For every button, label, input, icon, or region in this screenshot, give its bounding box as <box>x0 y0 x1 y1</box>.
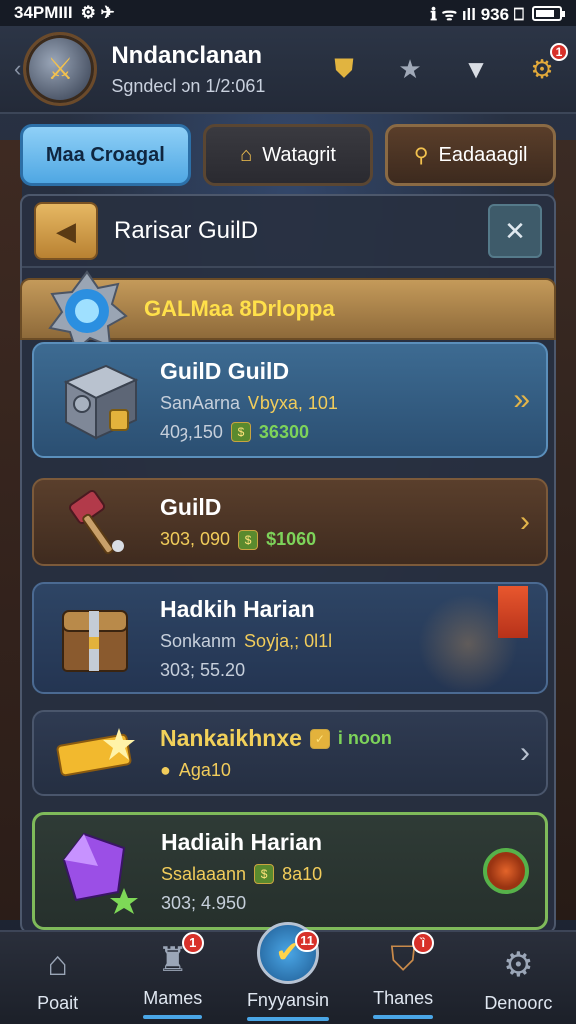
checkbox-icon: ✓ <box>309 728 330 749</box>
chest-icon: ⌂ <box>240 143 253 166</box>
nav-settings[interactable]: ⚙ Denooɾc <box>463 943 573 1014</box>
item-stat: Aga10 <box>178 760 231 780</box>
claim-badge-icon[interactable] <box>483 848 529 894</box>
gem-currency-icon: $ <box>254 864 275 884</box>
chevron-right-icon[interactable]: › <box>520 736 530 770</box>
back-chevron-icon[interactable]: ‹ <box>14 56 21 82</box>
shield-icon[interactable]: ⛊ <box>324 49 364 89</box>
guild-subtitle: Sgndecl ɔn 1/2:061 <box>111 75 266 96</box>
item-name: GuilD <box>160 494 222 520</box>
guild-name: Nndanclanan <box>111 41 263 69</box>
bottom-navigation: ⌂ Poait ♜ 1 Mames ✔ 11 Fnyyansin ⛉ ȉ Tha… <box>0 921 576 1024</box>
list-item-gem-reward[interactable]: Hadiaih Harian Ssalaaann $ 8a10 303; 4.9… <box>32 812 548 930</box>
treasure-chest-icon <box>50 590 146 686</box>
panel-title: Rarisar GuilD <box>114 217 259 244</box>
section-banner: GALMaa 8Drloppa <box>20 270 556 352</box>
chevron-right-icon[interactable]: › <box>520 505 530 539</box>
map-icon[interactable]: ▼ <box>456 49 496 89</box>
item-subtitle-extra: Soyja,; 0l1l <box>244 630 333 651</box>
item-stat: 303; 55.20 <box>160 659 246 680</box>
item-price: i noon <box>337 728 392 748</box>
nav-label: Poait <box>37 992 79 1013</box>
item-price: 8a10 <box>282 863 323 884</box>
status-bar: 34PMΙΙΙ ⚙ ✈ ℹ ᯤ ıll 936 ⎕ <box>0 0 576 26</box>
item-price: 36300 <box>258 421 309 442</box>
guild-header: ‹ ⚔ Nndanclanan Sgndecl ɔn 1/2:061 ⛊ ★ ▼… <box>0 26 576 114</box>
gold-ticket-icon <box>50 705 146 801</box>
list-item-daily-reward[interactable]: Hadkih Harian Sonkanm Soyja,; 0l1l 303; … <box>32 582 548 694</box>
item-subtitle-extra: Ꮩbyxa, 101 <box>248 392 338 413</box>
gem-currency-icon: $ <box>230 422 251 442</box>
item-price: $1060 <box>266 529 317 549</box>
nav-badge: 11 <box>295 929 319 952</box>
nav-games[interactable]: ♜ 1 Mames <box>118 931 228 1019</box>
nav-label: Mames <box>143 988 202 1019</box>
tab-main[interactable]: Maa Croagal <box>20 124 191 186</box>
nav-center[interactable]: ✔ 11 Fnyyansin <box>233 921 343 1021</box>
tab-bar: Maa Croagal ⌂ Watagrit ⚲ Eadaaagil <box>20 124 557 186</box>
panel-back-button[interactable]: ◀ <box>34 202 98 260</box>
list-item-guild-1[interactable]: GuilD GuilD SanAarna Ꮩbyxa, 101 40ȝ,150 … <box>32 342 548 458</box>
tab-search[interactable]: ⚲ Eadaaagil <box>385 124 557 186</box>
tab-search-label: Eadaaagil <box>438 143 528 166</box>
hammer-icon <box>50 474 146 570</box>
ribbon-icon <box>498 586 528 638</box>
double-chevron-icon[interactable]: » <box>513 383 530 417</box>
item-stat: 303; 4.950 <box>161 892 247 913</box>
star-icon[interactable]: ★ <box>390 49 430 89</box>
nav-label: Thanes <box>373 988 433 1019</box>
settings-badge: 1 <box>550 43 568 61</box>
nav-label: Denooɾc <box>484 992 553 1013</box>
item-subtitle: Ssalaaann <box>161 863 247 884</box>
guild-emblem-icon[interactable]: ⚔ <box>23 32 98 106</box>
coin-icon: ● <box>160 760 171 780</box>
nav-home[interactable]: ⌂ Poait <box>3 943 113 1014</box>
tab-war[interactable]: ⌂ Watagrit <box>202 124 374 186</box>
settings-gear-icon[interactable]: ⚙ 1 <box>522 43 568 89</box>
tab-main-label: Maa Croagal <box>45 143 165 166</box>
item-stat: 303, 090 <box>160 529 231 549</box>
iron-chest-icon <box>50 352 146 448</box>
item-subtitle: Sonkanm <box>160 630 237 651</box>
close-button[interactable]: ✕ <box>488 204 542 258</box>
item-name: GuilD GuilD <box>160 357 290 384</box>
gear-icon: ⚙ <box>503 945 534 984</box>
item-name: Hadiaih Harian <box>161 828 323 855</box>
tab-war-label: Watagrit <box>262 143 336 166</box>
item-stat: 40ȝ,150 <box>160 421 223 442</box>
battery-icon <box>532 5 565 21</box>
house-icon: ⌂ <box>47 945 68 983</box>
list-item-guild-2[interactable]: GuilD 303, 090 $ $1060 › <box>32 478 548 566</box>
nav-themes[interactable]: ⛉ ȉ Thanes <box>348 931 458 1019</box>
status-time: 34PMΙΙΙ <box>14 3 73 22</box>
nav-badge: ȉ <box>412 931 435 954</box>
status-left-icons: ⚙ ✈ <box>80 3 115 22</box>
guild-panel: ◀ Rarisar GuilD ✕ GALMaa 8Drloppa GuilD <box>20 194 556 934</box>
item-name: Nankaikhnxe <box>160 725 302 751</box>
item-subtitle: SanAarna <box>160 392 241 413</box>
gem-currency-icon: $ <box>238 529 259 550</box>
nav-badge: 1 <box>181 931 204 954</box>
section-title: GALMaa 8Drloppa <box>144 296 335 321</box>
search-icon: ⚲ <box>413 144 429 167</box>
nav-label: Fnyyansin <box>247 990 329 1021</box>
list-item-ticket[interactable]: Nankaikhnxe ✓ i noon ● Aga10 › <box>32 710 548 796</box>
purple-gem-icon <box>51 823 147 919</box>
status-right-icons: ℹ ᯤ ıll 936 ⎕ <box>430 4 524 24</box>
panel-header: ◀ Rarisar GuilD ✕ <box>22 196 554 268</box>
